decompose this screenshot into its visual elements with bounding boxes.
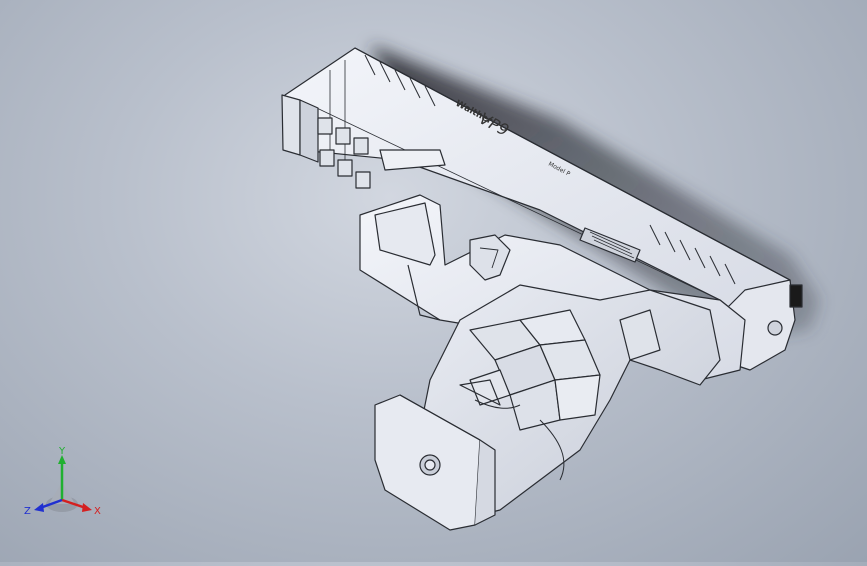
z-axis-arrow-icon bbox=[34, 503, 44, 512]
y-axis-label: Y bbox=[58, 446, 66, 457]
x-axis-label: X bbox=[94, 506, 101, 517]
pistol-grip[interactable] bbox=[374, 284, 721, 531]
z-axis-label: Z bbox=[24, 506, 31, 517]
3d-viewport[interactable]: VP9 Walther Model P Y X Z bbox=[0, 0, 867, 562]
orientation-triad[interactable]: Y X Z bbox=[22, 442, 112, 532]
x-axis-arrow-icon bbox=[82, 503, 92, 512]
pistol-model[interactable]: VP9 Walther Model P bbox=[0, 0, 867, 562]
